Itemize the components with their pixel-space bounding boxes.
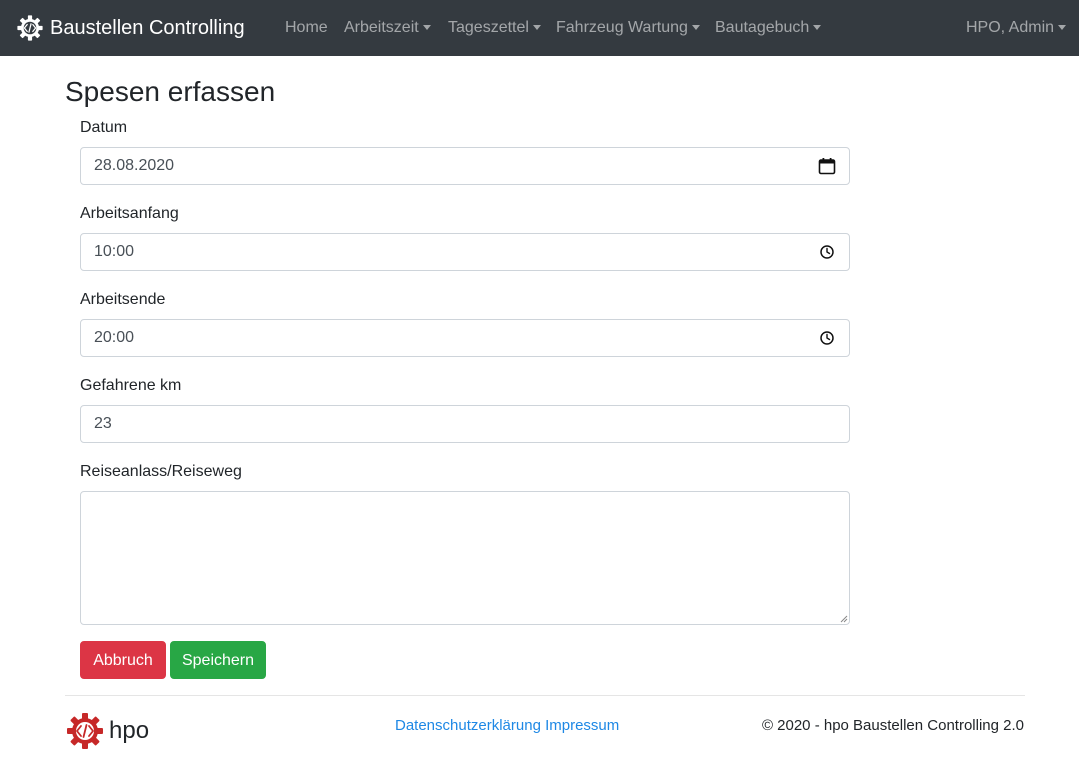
brand-title: Baustellen Controlling bbox=[50, 17, 245, 39]
resize-grip-icon[interactable] bbox=[838, 613, 848, 623]
datenschutz-link[interactable]: Datenschutzerklärung bbox=[395, 717, 541, 734]
nav-item-label: Tageszettel bbox=[448, 19, 529, 36]
nav-item-label: Bautagebuch bbox=[715, 19, 810, 36]
caret-down-icon bbox=[691, 24, 700, 30]
datum-value: 28.08.2020 bbox=[94, 157, 175, 174]
reiseanlass-label: Reiseanlass/Reiseweg bbox=[80, 463, 242, 480]
top-navbar: Baustellen Controlling Home Arbeitszeit … bbox=[0, 0, 1079, 56]
caret-down-icon bbox=[422, 24, 431, 30]
arbeitsanfang-value: 10:00 bbox=[94, 243, 135, 260]
caret-down-icon bbox=[813, 24, 822, 30]
impressum-link[interactable]: Impressum bbox=[545, 717, 619, 734]
nav-item-fahrzeug-wartung[interactable]: Fahrzeug Wartung bbox=[556, 18, 700, 38]
nav-item-bautagebuch[interactable]: Bautagebuch bbox=[715, 18, 822, 38]
gear-code-icon bbox=[17, 15, 43, 41]
navbar-brand[interactable]: Baustellen Controlling bbox=[16, 13, 245, 43]
save-button[interactable]: Speichern bbox=[170, 641, 266, 679]
caret-down-icon bbox=[1058, 24, 1067, 30]
arbeitsanfang-input[interactable]: 10:00 bbox=[80, 233, 850, 271]
gear-code-icon bbox=[67, 713, 103, 749]
footer-divider bbox=[65, 695, 1025, 696]
footer-logo: hpo bbox=[65, 711, 149, 751]
clock-icon[interactable] bbox=[818, 329, 836, 347]
footer-copyright: © 2020 - hpo Baustellen Controlling 2.0 bbox=[761, 717, 1024, 734]
page-title: Spesen erfassen bbox=[65, 76, 276, 107]
datum-input[interactable]: 28.08.2020 bbox=[80, 147, 850, 185]
user-menu-label: HPO, Admin bbox=[966, 19, 1055, 36]
footer-logo-text: hpo bbox=[109, 717, 150, 744]
calendar-icon[interactable] bbox=[818, 157, 836, 175]
arbeitsende-value: 20:00 bbox=[94, 329, 135, 346]
footer-links: Datenschutzerklärung Impressum bbox=[395, 716, 619, 736]
user-menu[interactable]: HPO, Admin bbox=[966, 18, 1067, 38]
nav-item-arbeitszeit[interactable]: Arbeitszeit bbox=[344, 18, 431, 38]
nav-item-tageszettel[interactable]: Tageszettel bbox=[448, 18, 541, 38]
arbeitsende-input[interactable]: 20:00 bbox=[80, 319, 850, 357]
km-value: 23 bbox=[94, 415, 112, 432]
datum-label: Datum bbox=[80, 119, 128, 136]
cancel-button[interactable]: Abbruch bbox=[80, 641, 166, 679]
km-input[interactable]: 23 bbox=[80, 405, 850, 443]
caret-down-icon bbox=[532, 24, 541, 30]
clock-icon[interactable] bbox=[818, 243, 836, 261]
arbeitsende-label: Arbeitsende bbox=[80, 291, 166, 308]
nav-item-home[interactable]: Home bbox=[285, 18, 328, 38]
arbeitsanfang-label: Arbeitsanfang bbox=[80, 205, 179, 222]
reiseanlass-textarea[interactable] bbox=[80, 491, 850, 625]
nav-item-label: Arbeitszeit bbox=[344, 19, 419, 36]
km-label: Gefahrene km bbox=[80, 377, 182, 394]
nav-item-label: Fahrzeug Wartung bbox=[556, 19, 688, 36]
nav-item-label: Home bbox=[285, 19, 328, 36]
